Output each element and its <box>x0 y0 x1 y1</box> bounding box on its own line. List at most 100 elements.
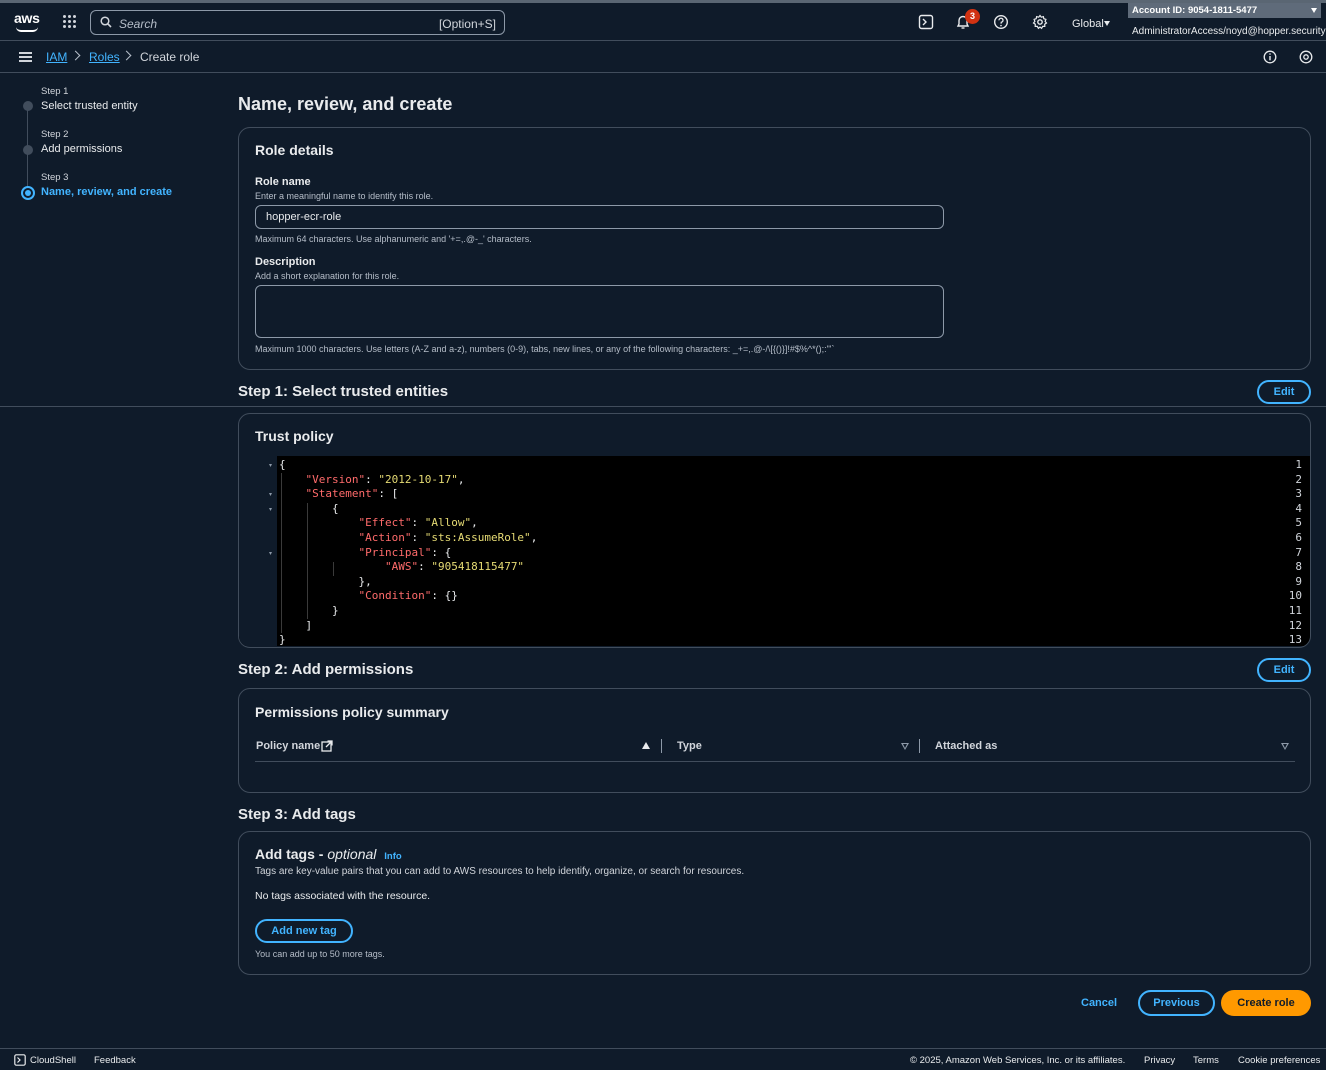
column-header-policy-name[interactable]: Policy name <box>256 740 333 752</box>
breadcrumb-create-role: Create role <box>140 50 200 64</box>
json-key: "Effect" <box>358 516 412 530</box>
aws-smile-icon <box>16 27 38 32</box>
code-line: { <box>279 458 286 471</box>
json-key: "AWS" <box>384 560 419 574</box>
line-number: 12 <box>1288 618 1302 632</box>
fold-caret-icon[interactable]: ▾ <box>269 491 272 498</box>
feedback-link[interactable]: Feedback <box>94 1055 136 1066</box>
code-line: }, <box>358 574 372 588</box>
section-divider <box>0 406 1326 407</box>
json-string: "sts:AssumeRole" <box>424 531 531 544</box>
fold-caret-icon[interactable]: ▾ <box>269 506 272 513</box>
line-number: 9 <box>1295 574 1302 588</box>
step2-heading: Step 2: Add permissions <box>238 661 414 678</box>
line-number: 6 <box>1295 531 1302 544</box>
settings-gear-icon[interactable] <box>1032 14 1048 30</box>
breadcrumb-iam[interactable]: IAM <box>46 50 67 64</box>
info-circle-icon[interactable] <box>1263 50 1277 64</box>
column-separator <box>919 739 920 753</box>
region-caret-icon <box>1104 21 1110 26</box>
fold-caret-icon[interactable]: ▾ <box>269 550 272 557</box>
tags-limit-text: You can add up to 50 more tags. <box>255 949 385 959</box>
policy-name-header-label: Policy name <box>256 740 321 752</box>
code-line: "Statement": [ <box>305 487 399 501</box>
search-input[interactable]: Search [Option+S] <box>90 10 505 35</box>
search-placeholder: Search <box>119 17 158 31</box>
json-string: "2012-10-17" <box>378 472 458 486</box>
step3-heading: Step 3: Add tags <box>238 806 356 823</box>
column-header-type[interactable]: Type <box>677 740 702 752</box>
json-key: "Version" <box>305 472 366 486</box>
previous-button[interactable]: Previous <box>1138 990 1215 1016</box>
terms-link[interactable]: Terms <box>1193 1055 1219 1066</box>
add-tags-card: Add tags - optional Info Tags are key-va… <box>238 831 1311 975</box>
add-tags-description: Tags are key-value pairs that you can ad… <box>255 866 745 877</box>
cloudshell-icon[interactable] <box>918 14 934 30</box>
sort-descending-icon[interactable] <box>901 743 909 750</box>
code-line: "Condition": {} <box>358 589 458 603</box>
add-new-tag-button[interactable]: Add new tag <box>255 919 353 943</box>
description-constraint: Maximum 1000 characters. Use letters (A-… <box>255 344 835 354</box>
step2-edit-button[interactable]: Edit <box>1257 658 1311 682</box>
step-3-indicator <box>21 186 35 200</box>
description-textarea[interactable] <box>255 285 944 338</box>
breadcrumb-chevron-icon <box>121 50 132 61</box>
region-selector[interactable]: Global <box>1072 18 1104 30</box>
role-details-title: Role details <box>255 142 334 158</box>
tools-panel-icon[interactable] <box>1299 50 1313 64</box>
code-line: "AWS": "905418115477" <box>384 560 525 574</box>
cloudshell-footer-icon[interactable] <box>14 1054 26 1066</box>
sort-ascending-icon[interactable] <box>642 742 650 749</box>
step-2-label: Step 2 <box>41 129 69 140</box>
no-tags-text: No tags associated with the resource. <box>255 890 431 902</box>
account-user-text[interactable]: AdministratorAccess/noyd@hopper.security <box>1132 26 1326 37</box>
step-1-label: Step 1 <box>41 86 69 97</box>
permissions-summary-title: Permissions policy summary <box>255 704 449 720</box>
role-name-label: Role name <box>255 176 311 188</box>
aws-logo[interactable]: aws <box>14 10 42 34</box>
add-tags-title-main: Add tags - <box>255 846 328 862</box>
code-line: } <box>279 633 286 647</box>
step-1-title[interactable]: Select trusted entity <box>41 100 138 112</box>
top-navigation: aws Search [Option+S] 3 Global Account I… <box>0 0 1326 41</box>
json-key: "Statement" <box>305 487 379 501</box>
external-link-icon <box>321 740 333 752</box>
console-footer: CloudShell Feedback © 2025, Amazon Web S… <box>0 1048 1326 1070</box>
role-name-input[interactable] <box>255 205 944 229</box>
code-line: "Principal": { <box>358 545 452 559</box>
description-hint: Add a short explanation for this role. <box>255 271 400 281</box>
cloudshell-link[interactable]: CloudShell <box>30 1055 76 1066</box>
sort-descending-icon[interactable] <box>1281 743 1289 750</box>
column-separator <box>661 739 662 753</box>
help-icon[interactable] <box>993 14 1009 30</box>
menu-hamburger-icon[interactable] <box>19 52 32 62</box>
breadcrumb-bar: IAM Roles Create role <box>0 41 1326 73</box>
create-role-button[interactable]: Create role <box>1221 990 1311 1016</box>
line-number: 7 <box>1295 545 1302 559</box>
add-tags-info-link[interactable]: Info <box>384 851 401 862</box>
cookie-preferences-link[interactable]: Cookie preferences <box>1238 1055 1320 1066</box>
step-2-indicator <box>23 145 33 155</box>
trust-policy-code-editor[interactable]: { "Version": "2012-10-17", "Statement": … <box>239 456 1310 646</box>
table-header-rule <box>255 761 1295 762</box>
breadcrumb-chevron-icon <box>70 50 81 61</box>
fold-caret-icon[interactable]: ▾ <box>269 462 272 469</box>
account-id-bar[interactable]: Account ID: 9054-1811-5477 <box>1128 3 1321 18</box>
json-key: "Action" <box>358 531 412 544</box>
cancel-button[interactable]: Cancel <box>1081 997 1117 1009</box>
services-grid-icon[interactable] <box>62 14 78 30</box>
breadcrumb-roles[interactable]: Roles <box>89 50 120 64</box>
aws-logo-text: aws <box>14 10 40 26</box>
privacy-link[interactable]: Privacy <box>1144 1055 1175 1066</box>
trust-policy-card: Trust policy { "Version": "2012-10-17", … <box>238 413 1311 648</box>
step1-edit-button[interactable]: Edit <box>1257 380 1311 404</box>
page-title: Name, review, and create <box>238 94 453 114</box>
notification-count-badge: 3 <box>965 9 980 24</box>
search-icon <box>100 16 112 28</box>
line-number: 2 <box>1295 472 1302 486</box>
json-key: "Condition" <box>358 589 432 603</box>
line-number: 4 <box>1295 501 1302 515</box>
column-header-attached-as[interactable]: Attached as <box>935 740 997 752</box>
add-tags-title: Add tags - optional Info <box>255 846 402 862</box>
step-2-title[interactable]: Add permissions <box>41 143 122 155</box>
